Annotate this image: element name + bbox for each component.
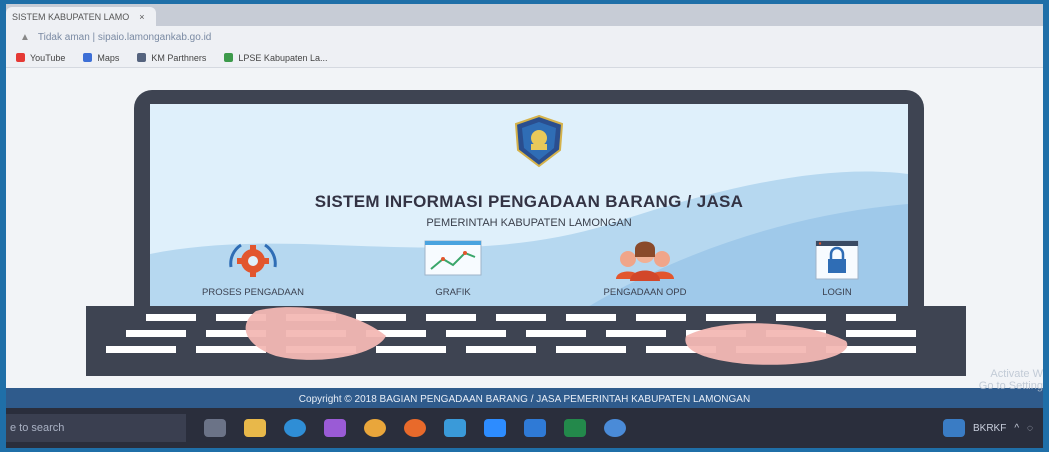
bookmark-lpse[interactable]: LPSE Kabupaten La... xyxy=(224,53,328,63)
tray-app-icon[interactable] xyxy=(943,419,965,437)
lamongan-emblem-icon xyxy=(514,114,564,168)
chevron-up-icon[interactable]: ^ xyxy=(1014,423,1019,434)
gear-icon xyxy=(229,243,277,277)
bookmark-maps[interactable]: Maps xyxy=(83,53,119,63)
calendar-icon[interactable] xyxy=(444,419,466,437)
search-placeholder: e to search xyxy=(10,422,65,434)
page-title: SISTEM INFORMASI PENGADAAN BARANG / JASA xyxy=(314,192,744,211)
lpse-icon xyxy=(224,53,234,62)
zoom-icon[interactable] xyxy=(484,419,506,437)
menu-proses-pengadaan[interactable]: PROSES PENGADAAN xyxy=(178,239,328,298)
people-icon xyxy=(616,241,674,281)
chrome-browser-icon[interactable] xyxy=(604,419,626,437)
page-content: SISTEM INFORMASI PENGADAAN BARANG / JASA… xyxy=(6,68,1043,412)
network-icon[interactable]: ◌ xyxy=(1027,423,1033,434)
warning-icon: ▲ xyxy=(20,31,30,43)
keyboard-illustration xyxy=(86,306,966,376)
menu-grafik[interactable]: GRAFIK xyxy=(378,239,528,298)
app-icon[interactable] xyxy=(324,419,346,437)
bookmark-km-parthners[interactable]: KM Parthners xyxy=(137,53,206,63)
bookmark-youtube[interactable]: YouTube xyxy=(16,53,65,63)
edge-icon[interactable] xyxy=(284,419,306,437)
address-bar[interactable]: ▲ Tidak aman | sipaio.lamongankab.go.id xyxy=(6,26,1043,48)
mail-icon[interactable] xyxy=(524,419,546,437)
folder-icon xyxy=(137,53,147,62)
tray-text: BKRKF xyxy=(973,422,1007,434)
laptop-screen: SISTEM INFORMASI PENGADAAN BARANG / JASA… xyxy=(150,104,908,318)
youtube-icon xyxy=(16,53,25,62)
maps-icon xyxy=(83,53,93,62)
menu-login[interactable]: LOGIN xyxy=(762,239,908,298)
page-subtitle: PEMERINTAH KABUPATEN LAMONGAN xyxy=(426,217,632,229)
taskbar: e to search BKRKF ^ ◌ xyxy=(6,408,1043,448)
browser-window: SISTEM KABUPATEN LAMO × ▲ Tidak aman | s… xyxy=(6,4,1043,448)
address-text: Tidak aman | sipaio.lamongankab.go.id xyxy=(37,31,212,43)
browser-tab[interactable]: SISTEM KABUPATEN LAMO × xyxy=(6,7,156,26)
file-explorer-icon[interactable] xyxy=(244,419,266,437)
chart-icon xyxy=(424,240,482,276)
bookmarks-bar: YouTube Maps KM Parthners LPSE Kabupaten… xyxy=(6,48,1043,68)
tab-bar: SISTEM KABUPATEN LAMO × xyxy=(6,4,1043,26)
menu-pengadaan-opd[interactable]: PENGADAAN OPD xyxy=(570,239,720,298)
taskbar-search[interactable]: e to search xyxy=(6,414,186,442)
firefox-icon[interactable] xyxy=(404,419,426,437)
tab-title: SISTEM KABUPATEN LAMO xyxy=(12,11,130,22)
excel-icon[interactable] xyxy=(564,419,586,437)
task-view-icon[interactable] xyxy=(204,419,226,437)
system-tray: BKRKF ^ ◌ xyxy=(943,408,1033,448)
lock-icon xyxy=(815,240,859,280)
tab-close-icon[interactable]: × xyxy=(139,12,144,22)
windows-activation-watermark: Activate W Go to Setting xyxy=(978,368,1043,392)
chrome-icon[interactable] xyxy=(364,419,386,437)
